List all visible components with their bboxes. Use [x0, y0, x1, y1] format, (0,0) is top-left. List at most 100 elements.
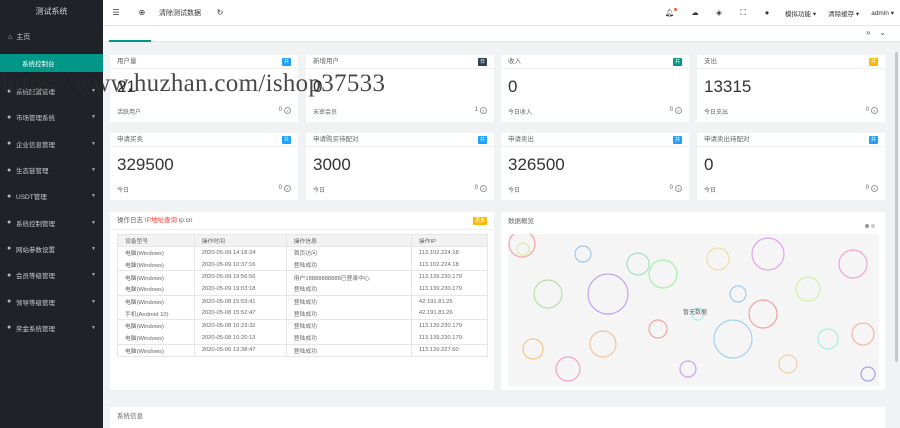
coin-icon: ¥: [284, 185, 291, 192]
table-row: 电脑(Windows) 2020-05-09 10:37:16 登陆成功 113.10…: [117, 258, 489, 272]
stat-card-header: 申请卖出待配对 共: [697, 133, 885, 147]
menu-item-icon: ●: [7, 245, 12, 253]
tag-icon[interactable]: ◈: [707, 8, 731, 17]
stat-foot-label: 今日: [313, 188, 326, 194]
admin-dropdown[interactable]: admin ▾: [871, 9, 894, 17]
tab-bar: » ⌄: [103, 26, 900, 42]
sidebar-home-label: 主页: [16, 34, 31, 41]
sidebar-item-label: 网站参数设置: [16, 246, 55, 254]
stat-title: 新增用户: [313, 58, 339, 65]
table-cell: 113.102.224.18: [410, 246, 489, 259]
stat-footer: 今日支出 0 ¥: [704, 107, 878, 116]
stat-foot-value: 1: [474, 107, 478, 113]
theme-icon[interactable]: ☁: [683, 8, 707, 17]
coin-icon: ¥: [480, 107, 487, 114]
stat-title: 支出: [704, 58, 717, 65]
stat-foot-label: 今日收入: [508, 110, 533, 116]
column-header: 设备型号: [117, 234, 195, 247]
table-row: 电脑(Windows) 2020-05-09 19:56:56 用户18888888…: [117, 270, 489, 284]
table-row: 手机(Android 10) 2020-05-08 15:52:47 登陆成功 42.…: [117, 307, 489, 321]
stat-title: 申请卖出: [508, 136, 534, 143]
brand-title: 测试系统: [35, 7, 68, 16]
clear-test-data-link[interactable]: 清除测试数据: [159, 8, 201, 18]
overview-center-label: 暂无数据: [683, 310, 708, 316]
stat-card-header: 申请购买待配对 共: [306, 133, 494, 147]
menu-item-icon: ●: [7, 166, 12, 174]
table-cell: 113.139.230.179: [410, 331, 489, 345]
column-header: 操作信息: [285, 234, 412, 247]
table-cell: 113.139.230.179: [410, 283, 489, 296]
sidebar-item[interactable]: ● 企业信息管理 ▼: [0, 131, 103, 157]
menu-item-icon: ●: [7, 271, 12, 279]
notification-icon[interactable]: 🔔︎: [659, 8, 683, 17]
sidebar-item[interactable]: ● 系统控制管理 ▼: [0, 209, 103, 235]
stat-value: 0: [704, 155, 714, 174]
stat-foot-label: 今日: [704, 188, 717, 194]
sidebar-home[interactable]: ⌂ 主页: [0, 26, 103, 48]
stat-foot-label: 今日: [508, 188, 521, 194]
overview-header: 数据概览: [501, 212, 885, 232]
stat-card-header: 申请买卖 共: [110, 133, 298, 147]
sysinfo-title: 系统信息: [117, 413, 143, 420]
table-cell: 2020-05-09 10:37:16: [193, 258, 287, 272]
table-cell: 电脑(Windows): [117, 258, 195, 272]
sidebar-item[interactable]: ● 会员等级管理 ▼: [0, 262, 103, 288]
sidebar-item-label: 领导等级管理: [16, 299, 55, 307]
stat-card-header: 申请卖出 共: [501, 133, 689, 147]
tab-home[interactable]: [109, 26, 151, 42]
chevron-down-icon: ▼: [91, 245, 96, 252]
stat-value: 0: [508, 77, 518, 96]
refresh-icon[interactable]: ↻: [207, 8, 233, 17]
avatar[interactable]: ●: [755, 8, 779, 17]
stat-foot-value: 0: [865, 185, 869, 191]
simulate-dropdown[interactable]: 模拟功能 ▾: [785, 8, 816, 18]
table-cell: 2020-05-06 13:38:47: [193, 344, 287, 357]
sidebar-item-label: USDT管理: [16, 194, 47, 202]
sidebar-item[interactable]: ● USDT管理 ▼: [0, 183, 103, 209]
coin-icon: ¥: [284, 107, 291, 114]
table-cell: 2020-05-09 14:18:24: [193, 246, 287, 259]
table-cell: 电脑(Windows): [117, 270, 195, 284]
globe-icon[interactable]: ⊕: [129, 8, 155, 17]
clear-cache-dropdown[interactable]: 清除缓存 ▾: [828, 8, 859, 18]
table-cell: 电脑(Windows): [117, 295, 195, 308]
log-card: 操作日志 IP地址查询 ip.cn 更多 设备型号 操作时间 操作信息 操作IP 电脑…: [110, 212, 494, 390]
sidebar-item-label: 市场管理系统: [16, 115, 55, 123]
coin-icon: ¥: [871, 107, 878, 114]
table-cell: 登陆成功: [285, 344, 412, 357]
more-badge[interactable]: 更多: [472, 217, 487, 225]
table-row: 电脑(Windows) 2020-05-09 14:18:24 首页访问 113.10…: [117, 246, 489, 259]
table-cell: 42.191.81.26: [410, 295, 489, 308]
page-scrollbar[interactable]: [895, 52, 898, 362]
stat-foot-value: 0: [278, 107, 282, 113]
table-cell: 113.139.230.179: [410, 319, 489, 332]
table-cell: 113.139.230.179: [410, 270, 489, 284]
sidebar-item-label: 奖金系统管理: [16, 325, 55, 333]
table-cell: 113.102.224.18: [410, 258, 489, 272]
stat-foot-value: 0: [278, 185, 282, 191]
sidebar-item[interactable]: ● 市场管理系统 ▼: [0, 104, 103, 130]
chevron-down-icon: ▼: [91, 298, 96, 305]
sidebar-item[interactable]: ● 生态链管理 ▼: [0, 157, 103, 183]
menu-item-icon: ●: [7, 324, 12, 332]
sidebar-item[interactable]: ● 领导等级管理 ▼: [0, 288, 103, 314]
tab-scroll-right-icon[interactable]: » ⌄: [866, 28, 886, 37]
menu-item-icon: ●: [7, 219, 12, 227]
sidebar-item[interactable]: ● 网站参数设置 ▼: [0, 236, 103, 262]
fullscreen-icon[interactable]: ⛶: [731, 8, 755, 18]
coin-icon: ¥: [480, 185, 487, 192]
sidebar-item-label: 会员等级管理: [16, 273, 55, 281]
table-cell: 2020-05-08 15:53:41: [193, 295, 287, 308]
home-icon: ⌂: [8, 33, 13, 41]
sidebar-item[interactable]: ● 奖金系统管理 ▼: [0, 315, 103, 341]
stat-footer: 今日收入 0 ¥: [508, 107, 682, 116]
menu-toggle-icon[interactable]: ☰: [103, 8, 129, 17]
stat-foot-label: 未审会员: [313, 110, 338, 116]
ip-lookup-link[interactable]: IP地址查询: [145, 217, 177, 224]
table-cell: 登陆成功: [285, 258, 412, 272]
chevron-down-icon: ▼: [91, 324, 96, 331]
table-cell: 2020-05-09 19:03:18: [193, 283, 287, 296]
stat-card: 申请购买待配对 共 3000 今日 0 ¥: [306, 133, 494, 200]
stat-title: 申请卖出待配对: [704, 136, 750, 143]
table-cell: 电脑(Windows): [117, 344, 195, 357]
